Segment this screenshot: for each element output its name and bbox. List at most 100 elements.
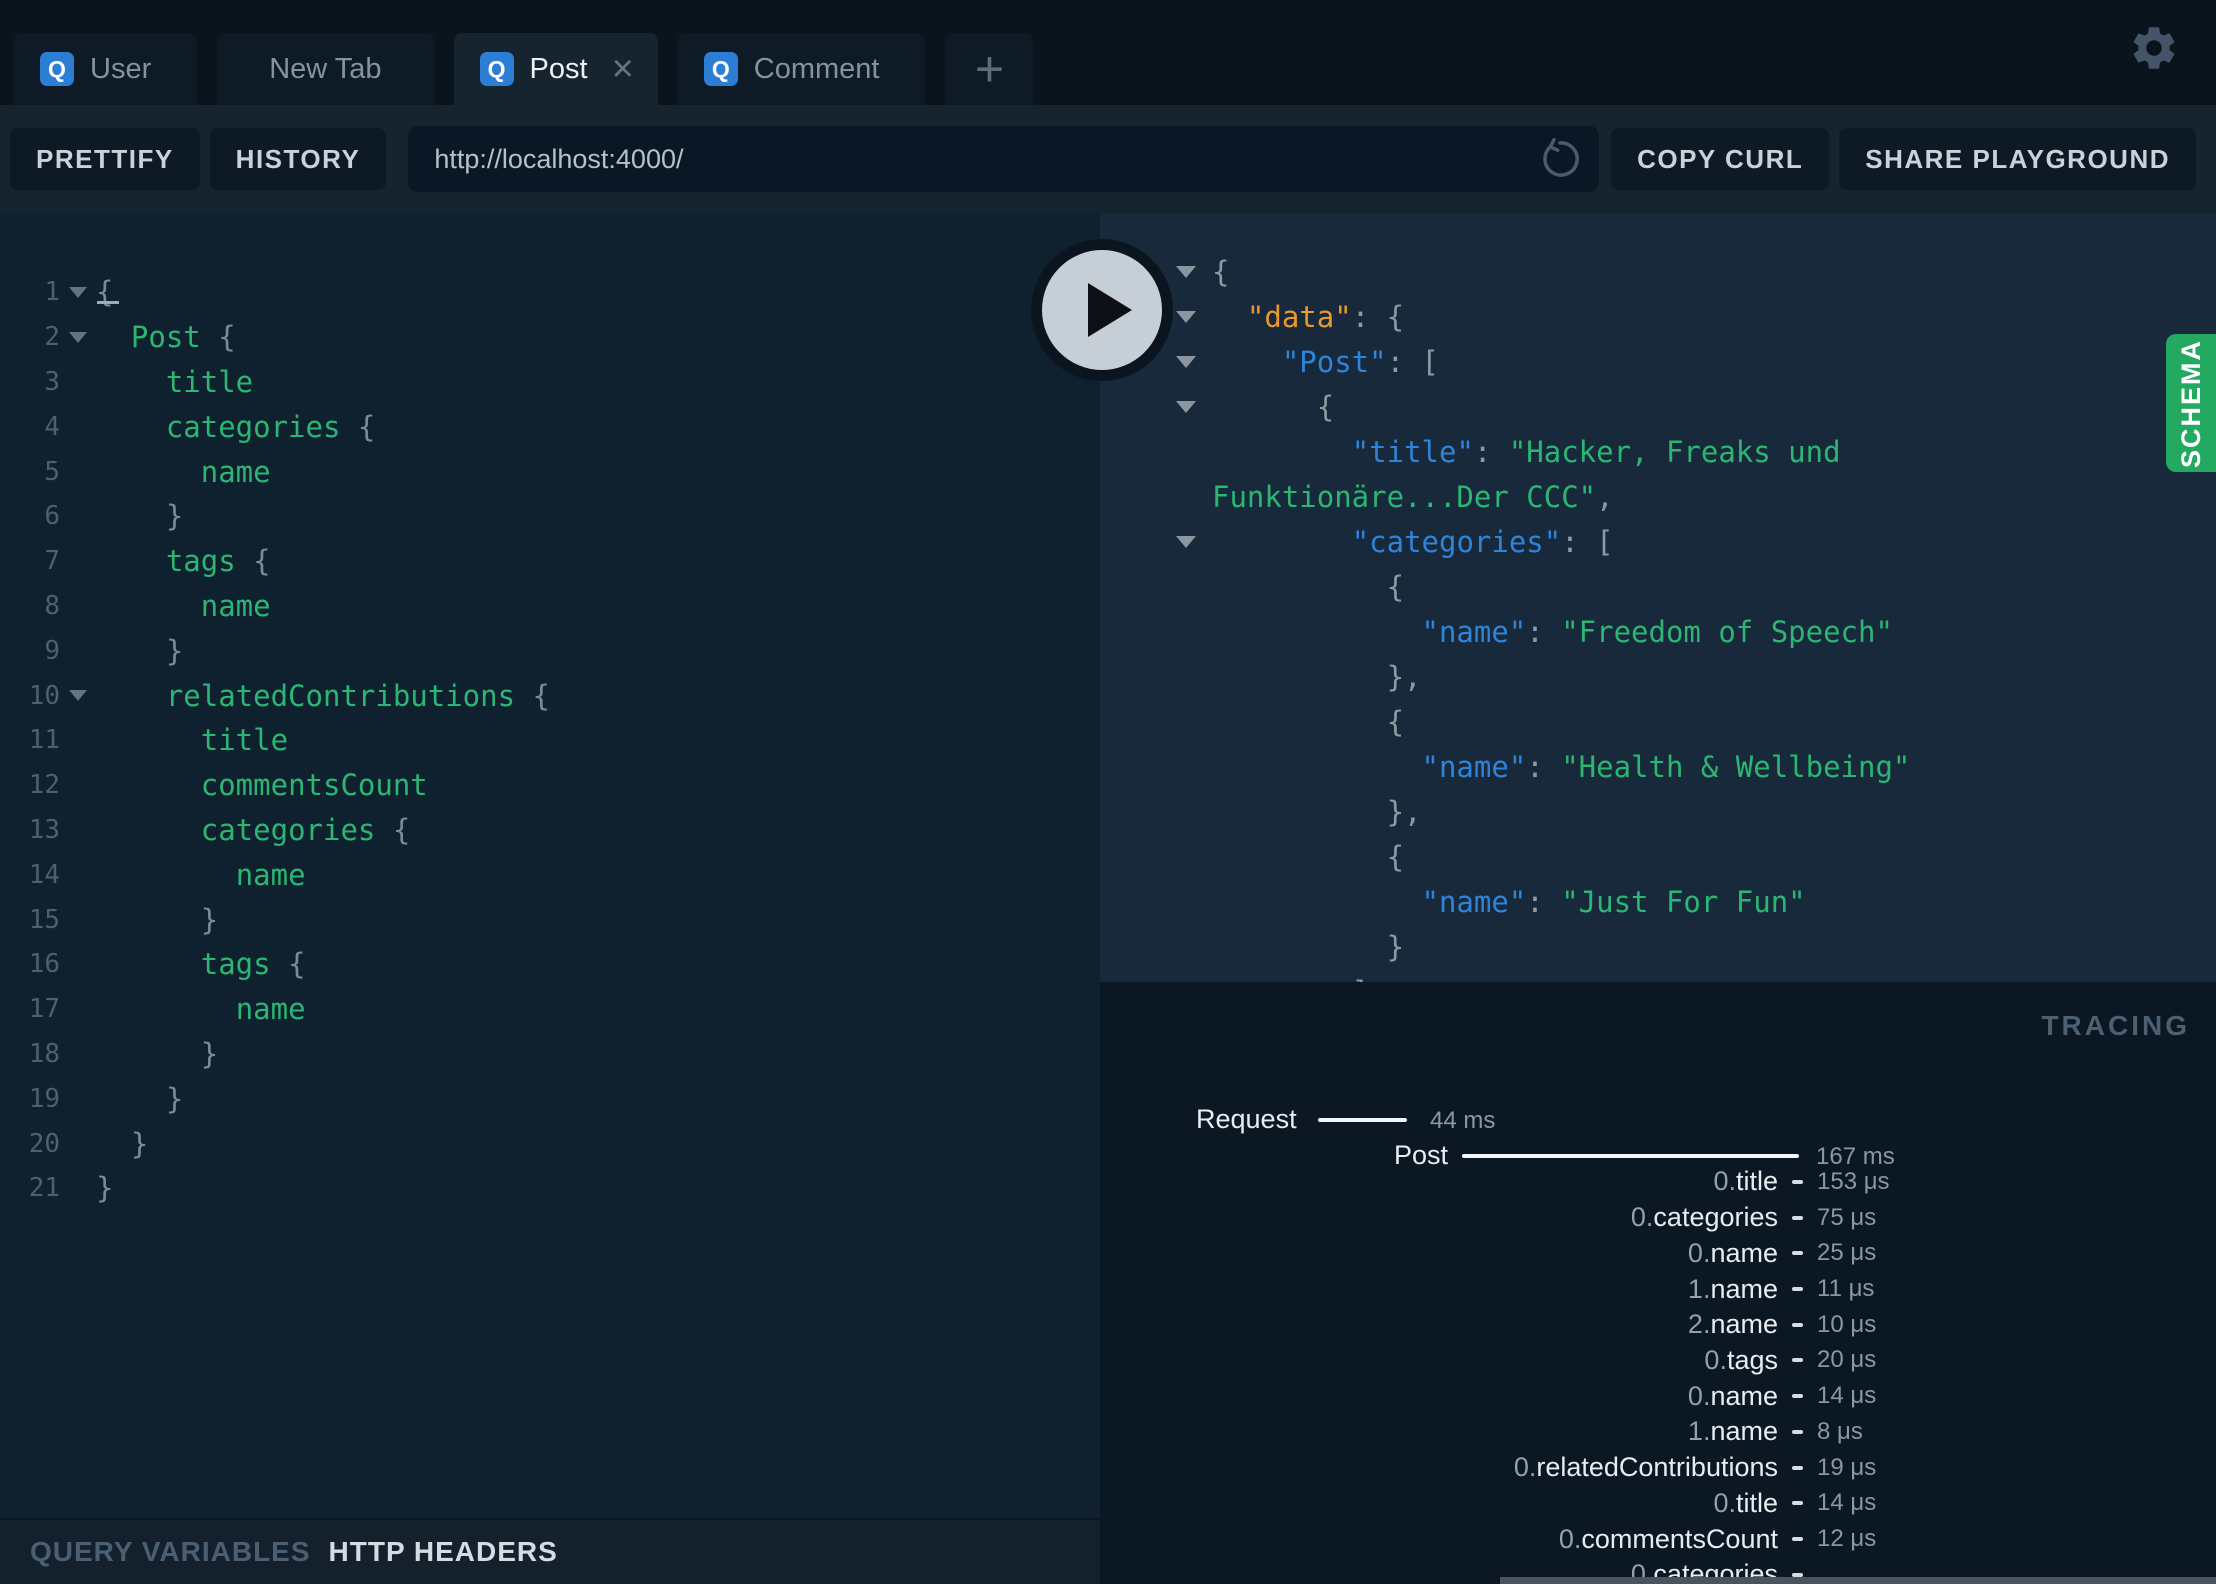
editor-line: 10 relatedContributions { (0, 673, 1100, 718)
json-text: { (1212, 254, 1230, 289)
code-text: } (96, 1171, 114, 1206)
duration-value: 75 μs (1817, 1203, 1877, 1231)
line-number: 19 (28, 1083, 60, 1114)
line-number: 17 (28, 994, 60, 1025)
fold-arrow-icon[interactable] (60, 286, 96, 298)
schema-tab-label: SCHEMA (2175, 338, 2206, 468)
response-line: "data": { (1100, 294, 2216, 339)
tab-user[interactable]: Q User (14, 33, 198, 105)
settings-gear-icon[interactable] (2128, 22, 2180, 79)
duration-value: 25 μs (1817, 1239, 1877, 1267)
duration-bar (1792, 1358, 1803, 1363)
line-number: 21 (28, 1173, 60, 1204)
tracing-title: TRACING (2041, 1010, 2190, 1041)
json-text: "Post": [ (1281, 344, 1439, 379)
code-text: } (96, 499, 184, 534)
line-number: 12 (28, 770, 60, 801)
tab-comment[interactable]: Q Comment (677, 33, 926, 105)
query-editor-pane[interactable]: 1{2 Post {3 title 4 categories {5 name 6 }… (0, 213, 1100, 1518)
duration-value: 10 μs (1817, 1310, 1877, 1338)
code-text: name (235, 992, 306, 1027)
duration-value: 14 μs (1817, 1489, 1877, 1517)
close-icon[interactable]: × (612, 50, 634, 88)
editor-line: 21} (0, 1166, 1100, 1211)
editor-line: 19 } (0, 1076, 1100, 1121)
code-text: } (96, 633, 184, 668)
line-number: 2 (44, 322, 60, 353)
query-variables-tab[interactable]: QUERY VARIABLES (30, 1536, 311, 1568)
schema-sidebar-tab[interactable]: SCHEMA (2166, 334, 2216, 472)
editor-line: 18 } (0, 1032, 1100, 1077)
query-badge-icon: Q (479, 52, 514, 86)
code-text: } (96, 1126, 149, 1161)
tracing-row: 0.relatedContributions 19 μs (1100, 1450, 2216, 1486)
fold-triangle (69, 331, 87, 343)
tracing-row: 1.name 11 μs (1100, 1271, 2216, 1307)
fold-arrow-icon[interactable] (60, 690, 96, 702)
query-badge-icon: Q (40, 52, 74, 86)
response-line: { (1100, 384, 2216, 429)
text-cursor (97, 301, 119, 304)
duration-value: 14 μs (1817, 1382, 1877, 1410)
code-text: categories { (165, 409, 376, 444)
fold-arrow-icon[interactable] (60, 331, 96, 343)
prettify-button[interactable]: PRETTIFY (10, 128, 200, 190)
fold-triangle (69, 286, 87, 298)
tracing-request-label: Request (1196, 1104, 1297, 1134)
duration-value: 12 μs (1817, 1525, 1877, 1553)
code-text: relatedContributions { (165, 678, 550, 713)
tab-post[interactable]: Q Post × (453, 33, 658, 105)
json-text: "categories": [ (1351, 524, 1614, 559)
duration-bar (1792, 1287, 1803, 1292)
line-number: 20 (28, 1128, 60, 1159)
reload-icon[interactable] (1537, 136, 1583, 187)
tracing-row: 0.title 153 μs (1100, 1164, 2216, 1200)
duration-bar (1792, 1501, 1803, 1506)
collapse-arrow-icon[interactable] (1100, 400, 1212, 413)
collapse-triangle (1176, 265, 1196, 278)
code-text: tags { (165, 544, 271, 579)
line-number: 4 (44, 411, 60, 442)
collapse-arrow-icon[interactable] (1100, 535, 1212, 548)
tracing-row: 0.title 14 μs (1100, 1485, 2216, 1521)
duration-value: 20 μs (1817, 1346, 1877, 1374)
request-duration: 44 ms (1430, 1107, 1496, 1134)
tab-new-tab[interactable]: New Tab (217, 33, 434, 105)
history-button[interactable]: HISTORY (209, 128, 387, 190)
tracing-field-label: 0.name (1687, 1380, 1778, 1411)
tracing-field-label: 2.name (1687, 1309, 1778, 1340)
execute-query-button[interactable] (1031, 239, 1173, 381)
editor-line: 2 Post { (0, 315, 1100, 360)
http-headers-tab[interactable]: HTTP HEADERS (329, 1536, 558, 1568)
new-tab-button[interactable]: + (945, 33, 1034, 105)
endpoint-url-input[interactable] (408, 126, 1600, 192)
post-bar (1462, 1154, 1799, 1158)
response-line: Funktionäre...Der CCC", (1100, 474, 2216, 519)
duration-bar (1792, 1537, 1803, 1542)
duration-value: 11 μs (1817, 1275, 1875, 1303)
tracing-request-row: Request 44 ms (1100, 1104, 2216, 1136)
response-line: "title": "Hacker, Freaks und (1100, 429, 2216, 474)
code-text: } (96, 1081, 184, 1116)
response-line: "Post": [ (1100, 339, 2216, 384)
play-icon (1088, 283, 1132, 337)
line-number: 7 (44, 546, 60, 577)
code-text: title (200, 723, 289, 758)
editor-line: 4 categories { (0, 404, 1100, 449)
line-number: 11 (28, 725, 60, 756)
editor-line: 3 title (0, 360, 1100, 405)
editor-line: 1{ (0, 270, 1100, 315)
tracing-field-label: 0.title (1713, 1166, 1778, 1197)
response-line: { (1100, 564, 2216, 609)
horizontal-scrollbar[interactable] (1500, 1577, 2216, 1584)
tab-label: User (90, 52, 152, 85)
response-json-lines: { "data": { "Post": [ { "title": "Hacker… (1100, 213, 2216, 982)
collapse-triangle (1176, 310, 1196, 323)
copy-curl-button[interactable]: COPY CURL (1611, 128, 1830, 190)
tab-list: Q User New Tab Q Post × Q Comment + (14, 33, 1034, 105)
duration-bar (1792, 1429, 1803, 1434)
tracing-field-label: 0.title (1713, 1487, 1778, 1518)
share-playground-button[interactable]: SHARE PLAYGROUND (1839, 128, 2196, 190)
duration-bar (1792, 1465, 1803, 1470)
code-text: commentsCount (200, 768, 428, 803)
